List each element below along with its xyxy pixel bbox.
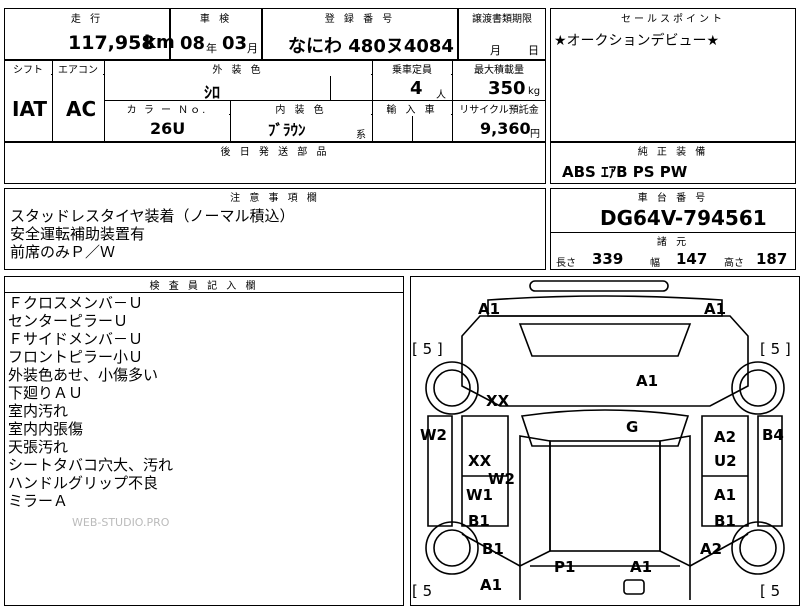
inspector-line: ミラーＡ	[8, 492, 69, 510]
mark-a2-right-rear: A2	[700, 540, 723, 558]
color-no-value: 26U	[150, 119, 186, 138]
inspection-month-unit: 月	[247, 42, 258, 55]
height-label: 高さ	[724, 258, 744, 269]
recycle-value: 9,360	[480, 119, 531, 138]
sales-point-label: セールスポイント	[551, 10, 795, 25]
chassis-label: 車 台 番 号	[551, 189, 795, 204]
inspection-year-unit: 年	[206, 42, 217, 55]
inspection-month: 03	[222, 33, 248, 54]
mark-b1-right-rear-door: B1	[714, 512, 736, 530]
watermark: WEB-STUDIO.PRO	[72, 516, 170, 529]
shift-label: シフト	[5, 61, 51, 76]
dims-label: 諸 元	[551, 233, 795, 248]
mark-a1-right-rear-door: A1	[714, 486, 737, 504]
interior-value: ﾌﾞﾗｳﾝ	[268, 121, 306, 139]
inspector-line: センターピラーＵ	[8, 312, 129, 330]
mark-xx-left: XX	[486, 392, 510, 410]
transfer-label: 譲渡書類期限	[459, 10, 545, 25]
recycle-label: リサイクル預託金	[453, 101, 545, 116]
aircon-value: AC	[66, 97, 97, 121]
transfer-day-unit: 日	[528, 44, 539, 57]
width-value: 147	[676, 250, 708, 268]
roof-shape	[549, 440, 661, 552]
mark-b4-right: B4	[762, 426, 784, 444]
aircon-label: エアコン	[53, 61, 103, 76]
factory-equip-label: 純 正 装 備	[551, 143, 795, 158]
mark-a1-rear-center: A1	[630, 558, 653, 576]
inspector-line: ハンドルグリップ不良	[8, 474, 159, 492]
notes-label: 注 意 事 項 欄	[5, 189, 545, 204]
inspector-line: 室内汚れ	[8, 402, 69, 420]
notes-lines: スタッドレスタイヤ装着（ノーマル積込） 安全運転補助装置有 前席のみＰ／Ｗ	[10, 207, 295, 261]
factory-equip-value: ABS ｴｱB PS PW	[562, 163, 688, 181]
tire-depth-rear-right: [ 5	[760, 582, 781, 600]
registration-value: なにわ 480ヌ4084	[288, 36, 454, 57]
exterior-value: ｼﾛ	[204, 83, 221, 102]
inspection-label: 車 検	[171, 10, 261, 25]
mark-w1-left: W1	[466, 486, 493, 504]
width-label: 幅	[650, 258, 660, 269]
mark-u2-right-door: U2	[714, 452, 737, 470]
mileage-unit: km	[144, 32, 175, 53]
capacity-label: 乗車定員	[373, 61, 451, 76]
inspector-line: 室内内張傷	[8, 420, 84, 438]
mark-b1-left-rear: B1	[482, 540, 504, 558]
inspector-lines: Ｆクロスメンバ－Ｕ センターピラーＵ Ｆサイドメンバ－Ｕ フロントピラー小Ｕ 外…	[8, 294, 173, 510]
mark-a2-right-door: A2	[714, 428, 737, 446]
capacity-value: 4	[410, 78, 423, 99]
height-value: 187	[756, 250, 788, 268]
length-label: 長さ	[556, 258, 576, 269]
exterior-label: 外 装 色	[105, 61, 371, 76]
tire-depth-front-left: [ 5 ]	[412, 340, 443, 358]
inspector-line: シートタバコ穴大、汚れ	[8, 456, 174, 474]
notes-line: スタッドレスタイヤ装着（ノーマル積込）	[10, 207, 295, 225]
mark-b1-left-door: B1	[468, 512, 490, 530]
mark-xx-left-door: XX	[468, 452, 492, 470]
length-value: 339	[592, 250, 624, 268]
sales-point-box	[550, 8, 796, 142]
aftermarket-label: 後 日 発 送 部 品	[5, 143, 545, 158]
mileage-value: 117,958	[68, 32, 155, 54]
inspector-line: 天張汚れ	[8, 438, 69, 456]
notes-line: 安全運転補助装置有	[10, 225, 146, 243]
inspection-year: 08	[180, 33, 206, 54]
color-no-label: カ ラ ー Ｎｏ.	[105, 101, 229, 116]
inspector-line: 下廻りＡＵ	[8, 384, 84, 402]
tire-depth-front-right: [ 5 ]	[760, 340, 791, 358]
shift-value: IAT	[12, 97, 48, 121]
inspector-label: 検 査 員 記 入 欄	[5, 277, 403, 292]
inspector-line: フロントピラー小Ｕ	[8, 348, 144, 366]
front-bumper-shape	[529, 280, 669, 292]
notes-line: 前席のみＰ／Ｗ	[10, 243, 116, 261]
inspector-line: 外装色あせ、小傷多い	[8, 366, 159, 384]
mileage-label: 走 行	[5, 10, 169, 25]
interior-suffix: 系	[356, 130, 366, 141]
max-load-label: 最大積載量	[453, 61, 545, 76]
mark-a1-hood: A1	[636, 372, 659, 390]
import-label: 輸 入 車	[373, 101, 451, 116]
sales-point-text: ★オークションデビュー★	[554, 33, 720, 49]
mark-g-windshield: G	[626, 418, 639, 436]
registration-label: 登 録 番 号	[263, 10, 457, 25]
transfer-month-unit: 月	[490, 44, 501, 57]
chassis-value: DG64V-794561	[600, 206, 767, 230]
interior-label: 内 装 色	[231, 101, 371, 116]
max-load-unit: kg	[528, 86, 541, 97]
tire-depth-rear-left: [ 5	[412, 582, 433, 600]
inspector-line: Ｆサイドメンバ－Ｕ	[8, 330, 144, 348]
mark-a1-bottom-left: A1	[480, 576, 503, 594]
recycle-unit: 円	[530, 129, 540, 140]
max-load-value: 350	[488, 78, 526, 99]
mark-a1-top-left: A1	[478, 300, 501, 318]
capacity-unit: 人	[436, 90, 446, 101]
mark-p1-rear: P1	[554, 558, 576, 576]
car-diagram	[425, 280, 785, 600]
mark-a1-top-right: A1	[704, 300, 727, 318]
inspector-line: Ｆクロスメンバ－Ｕ	[8, 294, 144, 312]
mark-w2-left: W2	[420, 426, 447, 444]
